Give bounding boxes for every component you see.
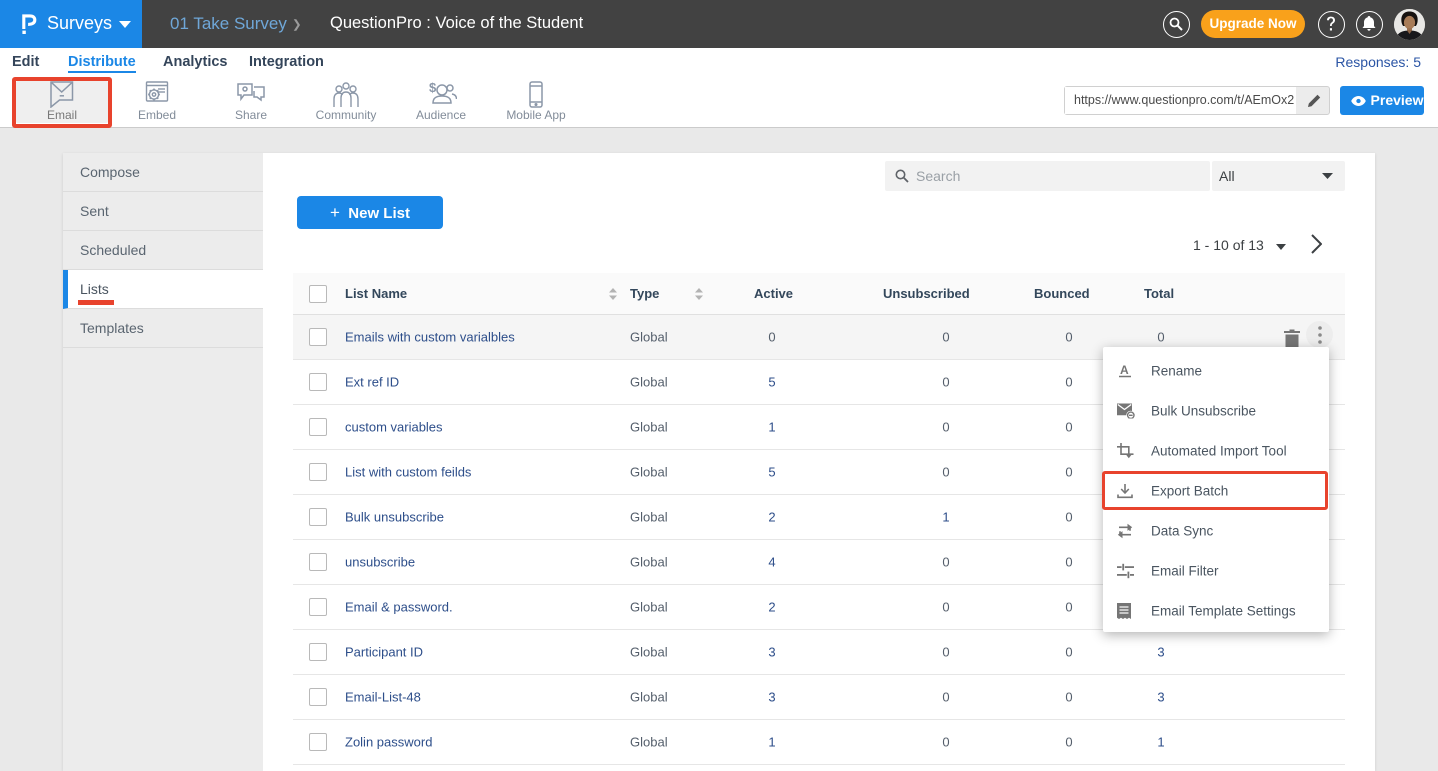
svg-text:$: $ (429, 81, 437, 95)
svg-text:A: A (1120, 363, 1129, 377)
